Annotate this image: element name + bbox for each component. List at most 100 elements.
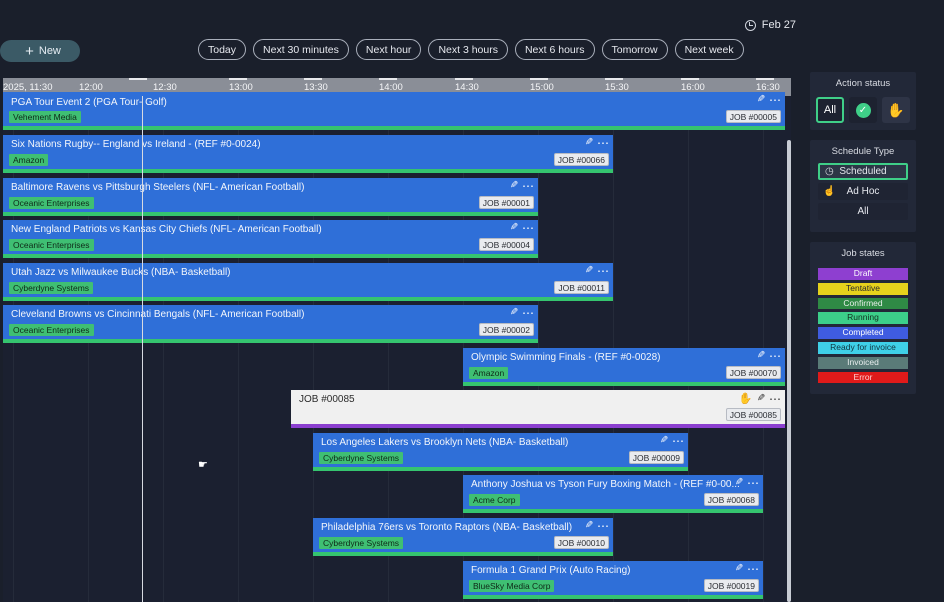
job-card[interactable]: Philadelphia 76ers vs Toronto Raptors (N… [313,518,613,556]
more-icon[interactable]: ⋯ [747,563,759,575]
tick-mark [229,78,247,80]
timeline-scrollbar[interactable] [787,140,791,602]
job-state-invoiced[interactable]: Invoiced [818,356,908,369]
filter-today[interactable]: Today [198,39,247,60]
job-title: New England Patriots vs Kansas City Chie… [11,224,322,235]
tick-mark [756,78,774,80]
job-actions: ✎ ⋯ [660,435,684,447]
more-icon[interactable]: ⋯ [769,94,781,106]
tick-mark [129,78,147,80]
client-badge: Acme Corp [469,494,520,506]
filter-next-3-hours[interactable]: Next 3 hours [428,39,508,60]
more-icon[interactable]: ⋯ [597,265,609,277]
clock-icon: ◷ [825,166,834,177]
filter-next-6-hours[interactable]: Next 6 hours [514,39,595,60]
job-state-confirmed[interactable]: Confirmed [818,297,908,310]
job-states-legend: Draft Tentative Confirmed Running Completed R… [818,268,908,384]
client-badge: Oceanic Enterprises [9,239,94,251]
client-badge: Vehement Media [9,111,81,123]
schedule-type-label: Ad Hoc [846,186,880,197]
action-status-manual[interactable]: ✋ [882,97,910,123]
edit-icon[interactable]: ✎ [735,477,743,488]
edit-icon[interactable]: ✎ [510,222,518,233]
more-icon[interactable]: ⋯ [597,137,609,149]
schedule-type-label: Scheduled [839,166,887,177]
more-icon[interactable]: ⋯ [597,520,609,532]
job-state-draft[interactable]: Draft [818,268,908,280]
edit-icon[interactable]: ✎ [510,180,518,191]
job-actions: ✎ ⋯ [510,222,534,234]
hand-icon: ☝ [823,186,836,197]
edit-icon[interactable]: ✎ [660,435,668,446]
schedule-type-scheduled[interactable]: ◷ Scheduled [818,163,908,180]
job-card[interactable]: New England Patriots vs Kansas City Chie… [3,220,538,258]
tick-mark [530,78,548,80]
tick-mark [605,78,623,80]
more-icon[interactable]: ⋯ [522,222,534,234]
job-card[interactable]: Olympic Swimming Finals - (REF #0-0028) … [463,348,785,386]
current-date: Feb 27 [744,19,796,31]
edit-icon[interactable]: ✎ [510,307,518,318]
action-status-done[interactable]: ✓ [849,97,877,123]
new-button-label: New [38,45,61,57]
job-number: JOB #00066 [553,153,609,166]
job-card[interactable]: Formula 1 Grand Prix (Auto Racing) BlueS… [463,561,763,599]
job-actions: ✎ ⋯ [735,563,759,575]
edit-icon[interactable]: ✎ [735,563,743,574]
filter-next-hour[interactable]: Next hour [355,39,422,60]
more-icon[interactable]: ⋯ [522,307,534,319]
job-number: JOB #00004 [478,238,534,251]
tick-mark [455,78,473,80]
job-state-ready-for-invoice[interactable]: Ready for invoice [818,341,908,354]
job-states-title: Job states [841,248,885,259]
filter-next-30-minutes[interactable]: Next 30 minutes [253,39,349,60]
edit-icon[interactable]: ✎ [585,137,593,148]
edit-icon[interactable]: ✎ [585,265,593,276]
filter-tomorrow[interactable]: Tomorrow [601,39,668,60]
job-title: Baltimore Ravens vs Pittsburgh Steelers … [11,182,305,193]
schedule-type-adhoc[interactable]: ☝ Ad Hoc [818,183,908,200]
job-card[interactable]: Utah Jazz vs Milwaukee Bucks (NBA- Baske… [3,263,613,301]
job-card[interactable]: JOB #00085 JOB #00085 ✋ ✎ ⋯ [291,390,785,428]
more-icon[interactable]: ⋯ [769,393,781,405]
action-status-panel: Action status All ✓ ✋ [810,72,916,130]
action-status-options: All ✓ ✋ [810,97,916,123]
job-title: Olympic Swimming Finals - (REF #0-0028) [471,352,661,363]
job-state-running[interactable]: Running [818,312,908,325]
more-icon[interactable]: ⋯ [672,435,684,447]
job-card[interactable]: Cleveland Browns vs Cincinnati Bengals (… [3,305,538,343]
job-states-panel: Job states Draft Tentative Confirmed Runnin… [810,242,916,394]
job-number: JOB #00085 [725,408,781,421]
job-card[interactable]: Los Angeles Lakers vs Brooklyn Nets (NBA… [313,433,688,471]
new-button[interactable]: + New [0,40,80,62]
filter-next-week[interactable]: Next week [674,39,744,60]
edit-icon[interactable]: ✎ [757,393,765,404]
hand-cursor-icon: ☛ [198,459,208,471]
action-status-all[interactable]: All [816,97,844,123]
job-number: JOB #00011 [554,281,609,294]
schedule-type-all[interactable]: All [818,203,908,220]
timeline[interactable]: 2025, 11:30 12:00 12:30 13:00 13:30 14:0… [3,78,791,602]
edit-icon[interactable]: ✎ [757,350,765,361]
client-badge: Amazon [9,154,49,166]
job-state-error[interactable]: Error [818,371,908,384]
job-actions: ✎ ⋯ [585,137,609,149]
job-card[interactable]: Baltimore Ravens vs Pittsburgh Steelers … [3,178,538,216]
more-icon[interactable]: ⋯ [769,350,781,362]
job-actions: ✎ ⋯ [735,477,759,489]
job-card[interactable]: Six Nations Rugby-- England vs Ireland -… [3,135,613,173]
job-state-completed[interactable]: Completed [818,327,908,339]
more-icon[interactable]: ⋯ [522,180,534,192]
edit-icon[interactable]: ✎ [757,94,765,105]
job-actions: ✎ ⋯ [510,180,534,192]
edit-icon[interactable]: ✎ [585,520,593,531]
client-badge: Cyberdyne Systems [319,452,404,464]
schedule-type-title: Schedule Type [831,146,895,157]
schedule-type-panel: Schedule Type ◷ Scheduled ☝ Ad Hoc All [810,140,916,232]
job-state-tentative[interactable]: Tentative [818,282,908,295]
job-card[interactable]: PGA Tour Event 2 (PGA Tour- Golf) Veheme… [3,92,785,130]
schedule-type-label: All [857,206,869,217]
job-card[interactable]: Anthony Joshua vs Tyson Fury Boxing Matc… [463,475,763,513]
more-icon[interactable]: ⋯ [747,477,759,489]
job-number: JOB #00005 [725,110,781,123]
